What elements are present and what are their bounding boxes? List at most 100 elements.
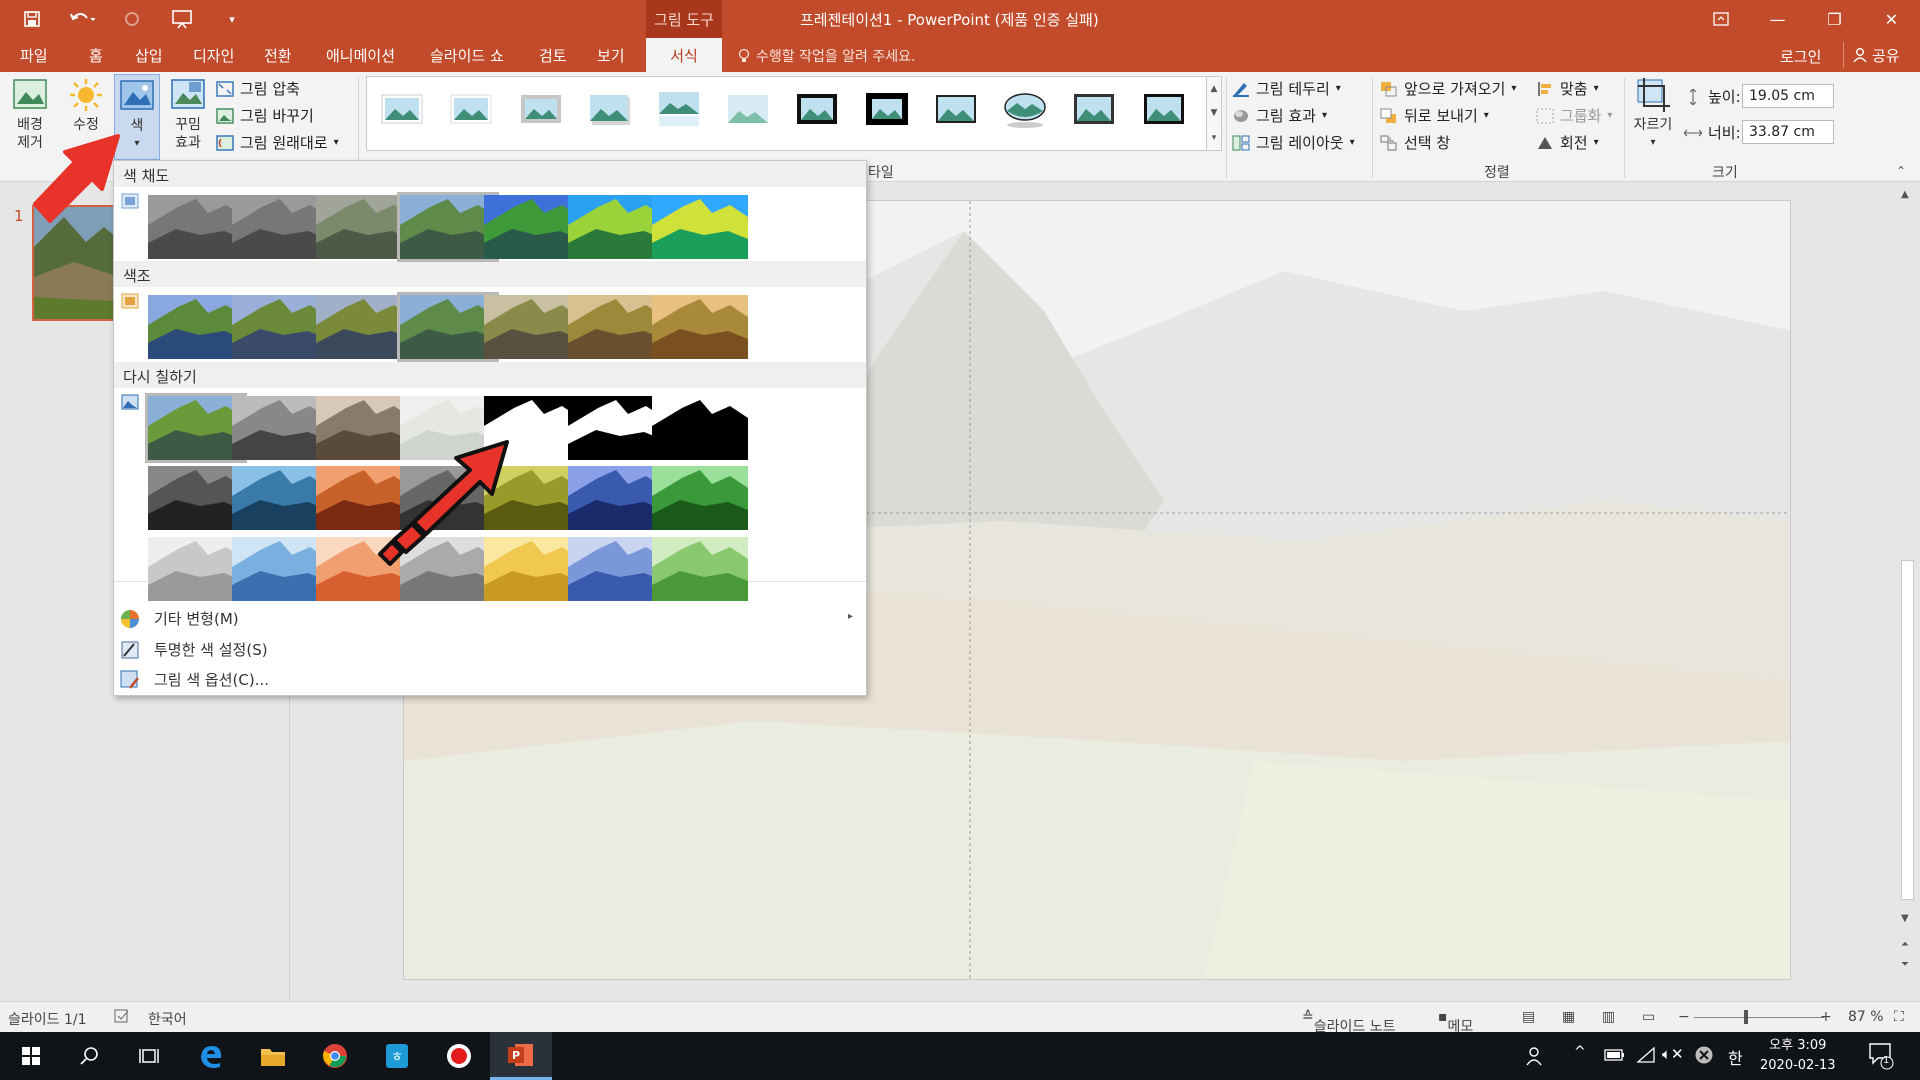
color-swatch-recolor-a-2[interactable] <box>232 396 328 460</box>
customize-qat-icon[interactable]: ▾ <box>218 6 246 32</box>
wifi-icon[interactable] <box>1636 1046 1656 1068</box>
color-swatch-recolor-c-6[interactable] <box>568 537 664 601</box>
search-icon[interactable] <box>58 1032 120 1080</box>
picture-effects-button[interactable]: 그림 효과 ▾ <box>1232 105 1327 126</box>
color-swatch-recolor-b-6[interactable] <box>568 466 664 530</box>
undo-icon[interactable] <box>68 6 96 32</box>
color-swatch-tone-3[interactable] <box>316 295 412 359</box>
color-swatch-recolor-b-2[interactable] <box>232 466 328 530</box>
color-swatch-saturation-7[interactable] <box>652 195 748 259</box>
hangul-app-icon[interactable]: ㅎ <box>366 1032 428 1080</box>
color-swatch-saturation-1[interactable] <box>148 195 244 259</box>
zoom-in-icon[interactable]: + <box>1820 1009 1832 1025</box>
picture-styles-gallery[interactable] <box>366 76 1216 151</box>
picture-border-button[interactable]: 그림 테두리 ▾ <box>1232 78 1341 99</box>
color-swatch-tone-6[interactable] <box>568 295 664 359</box>
comments-button[interactable]: ▪ 메모 <box>1438 1009 1473 1035</box>
color-swatch-recolor-a-6[interactable] <box>568 396 664 460</box>
color-swatch-tone-1[interactable] <box>148 295 244 359</box>
tab-animations[interactable]: 애니메이션 <box>326 38 395 72</box>
slideshow-from-start-icon[interactable] <box>168 6 196 32</box>
color-swatch-saturation-6[interactable] <box>568 195 664 259</box>
ribbon-display-options-icon[interactable] <box>1692 0 1749 38</box>
screen-recorder-icon[interactable] <box>428 1032 490 1080</box>
share-button[interactable]: 공유 <box>1843 42 1908 68</box>
reset-picture-button[interactable]: 그림 원래대로 ▾ <box>216 132 339 153</box>
zoom-slider[interactable] <box>1694 1017 1824 1018</box>
color-swatch-recolor-b-1[interactable] <box>148 466 244 530</box>
style-thick-matte[interactable] <box>518 89 564 129</box>
artistic-effects-button[interactable]: 꾸밈 효과 <box>164 76 212 152</box>
color-swatch-tone-5[interactable] <box>484 295 580 359</box>
slideshow-view-icon[interactable]: ▭ <box>1642 1009 1655 1025</box>
minimize-icon[interactable]: — <box>1749 0 1806 38</box>
color-swatch-saturation-3[interactable] <box>316 195 412 259</box>
color-swatch-tone-2[interactable] <box>232 295 328 359</box>
gallery-more-icon[interactable]: ▾ <box>1212 133 1217 143</box>
color-swatch-recolor-a-7[interactable] <box>652 396 748 460</box>
set-transparent-color-item[interactable]: 투명한 색 설정(S) <box>120 639 268 660</box>
color-swatch-recolor-b-7[interactable] <box>652 466 748 530</box>
error-status-icon[interactable] <box>1694 1045 1714 1069</box>
next-slide-icon[interactable]: ⏷ <box>1901 959 1909 970</box>
selection-pane-button[interactable]: 선택 창 <box>1380 132 1450 153</box>
previous-slide-icon[interactable]: ⏶ <box>1901 939 1909 950</box>
crop-button[interactable]: 자르기 ▾ <box>1630 76 1676 152</box>
color-swatch-saturation-5[interactable] <box>484 195 580 259</box>
language-indicator[interactable]: 한국어 <box>148 1009 187 1029</box>
collapse-ribbon-icon[interactable]: ⌃ <box>1896 164 1906 178</box>
tab-design[interactable]: 디자인 <box>193 38 234 72</box>
tab-home[interactable]: 홈 <box>89 38 103 72</box>
tab-format[interactable]: 서식 <box>646 38 722 72</box>
tab-insert[interactable]: 삽입 <box>135 38 163 72</box>
rotate-button[interactable]: 회전 ▾ <box>1536 132 1599 153</box>
gallery-scroll[interactable]: ▲ ▼ ▾ <box>1206 76 1222 151</box>
tell-me-search[interactable]: 수행할 작업을 알려 주세요. <box>738 46 915 66</box>
powerpoint-taskbar-icon[interactable]: P <box>490 1032 552 1080</box>
height-input[interactable]: 19.05 cm <box>1742 84 1834 108</box>
bring-forward-button[interactable]: 앞으로 가져오기 ▾ <box>1380 78 1516 99</box>
style-reflected[interactable] <box>656 89 702 129</box>
taskbar-clock[interactable]: 오후 3:09 2020-02-13 <box>1760 1036 1836 1076</box>
save-icon[interactable] <box>18 6 46 32</box>
color-swatch-recolor-a-1[interactable] <box>145 393 247 463</box>
fit-to-window-icon[interactable]: ⛶ <box>1894 1009 1904 1025</box>
tab-slideshow[interactable]: 슬라이드 쇼 <box>430 38 504 72</box>
style-simple-frame[interactable] <box>379 89 425 129</box>
vertical-scrollbar[interactable]: ▲ ▼ ⏶ ⏷ <box>1896 183 1920 1001</box>
group-button[interactable]: 그룹화 ▾ <box>1536 105 1612 126</box>
compress-pictures-button[interactable]: 그림 압축 <box>216 78 300 99</box>
tab-file[interactable]: 파일 <box>20 38 48 72</box>
normal-view-icon[interactable]: ▤ <box>1522 1009 1535 1025</box>
color-swatch-recolor-c-2[interactable] <box>232 537 328 601</box>
more-variations-item[interactable]: 기타 변형(M) <box>120 608 239 629</box>
style-simple-shadow[interactable] <box>587 89 633 129</box>
close-icon[interactable]: ✕ <box>1863 0 1920 38</box>
reading-view-icon[interactable]: ▥ <box>1602 1009 1615 1025</box>
zoom-out-icon[interactable]: − <box>1678 1009 1690 1025</box>
color-swatch-recolor-c-7[interactable] <box>652 537 748 601</box>
tray-overflow-icon[interactable]: ^ <box>1574 1044 1586 1060</box>
scroll-thumb[interactable] <box>1901 560 1914 900</box>
send-backward-button[interactable]: 뒤로 보내기 ▾ <box>1380 105 1489 126</box>
chrome-icon[interactable] <box>304 1032 366 1080</box>
color-swatch-saturation-4[interactable] <box>397 192 499 262</box>
windows-start-icon[interactable] <box>0 1032 62 1080</box>
notes-button[interactable]: ≙ 슬라이드 노트 <box>1302 1009 1395 1035</box>
style-center-shadow[interactable] <box>1141 89 1187 129</box>
gallery-up-icon[interactable]: ▲ <box>1211 84 1218 94</box>
color-swatch-saturation-2[interactable] <box>232 195 328 259</box>
scroll-down-icon[interactable]: ▼ <box>1901 913 1909 924</box>
style-metal-frame[interactable] <box>933 89 979 129</box>
file-explorer-icon[interactable] <box>242 1032 304 1080</box>
sign-in-link[interactable]: 로그인 <box>1780 46 1821 67</box>
style-soft-edge-oval[interactable] <box>725 89 771 129</box>
restore-icon[interactable]: ❐ <box>1806 0 1863 38</box>
change-picture-button[interactable]: 그림 바꾸기 <box>216 105 314 126</box>
slide-sorter-icon[interactable]: ▦ <box>1562 1009 1575 1025</box>
tab-review[interactable]: 검토 <box>539 38 567 72</box>
align-button[interactable]: 맞춤 ▾ <box>1536 78 1599 99</box>
width-input[interactable]: 33.87 cm <box>1742 120 1834 144</box>
scroll-up-icon[interactable]: ▲ <box>1901 189 1909 200</box>
style-soft-edge[interactable] <box>448 89 494 129</box>
